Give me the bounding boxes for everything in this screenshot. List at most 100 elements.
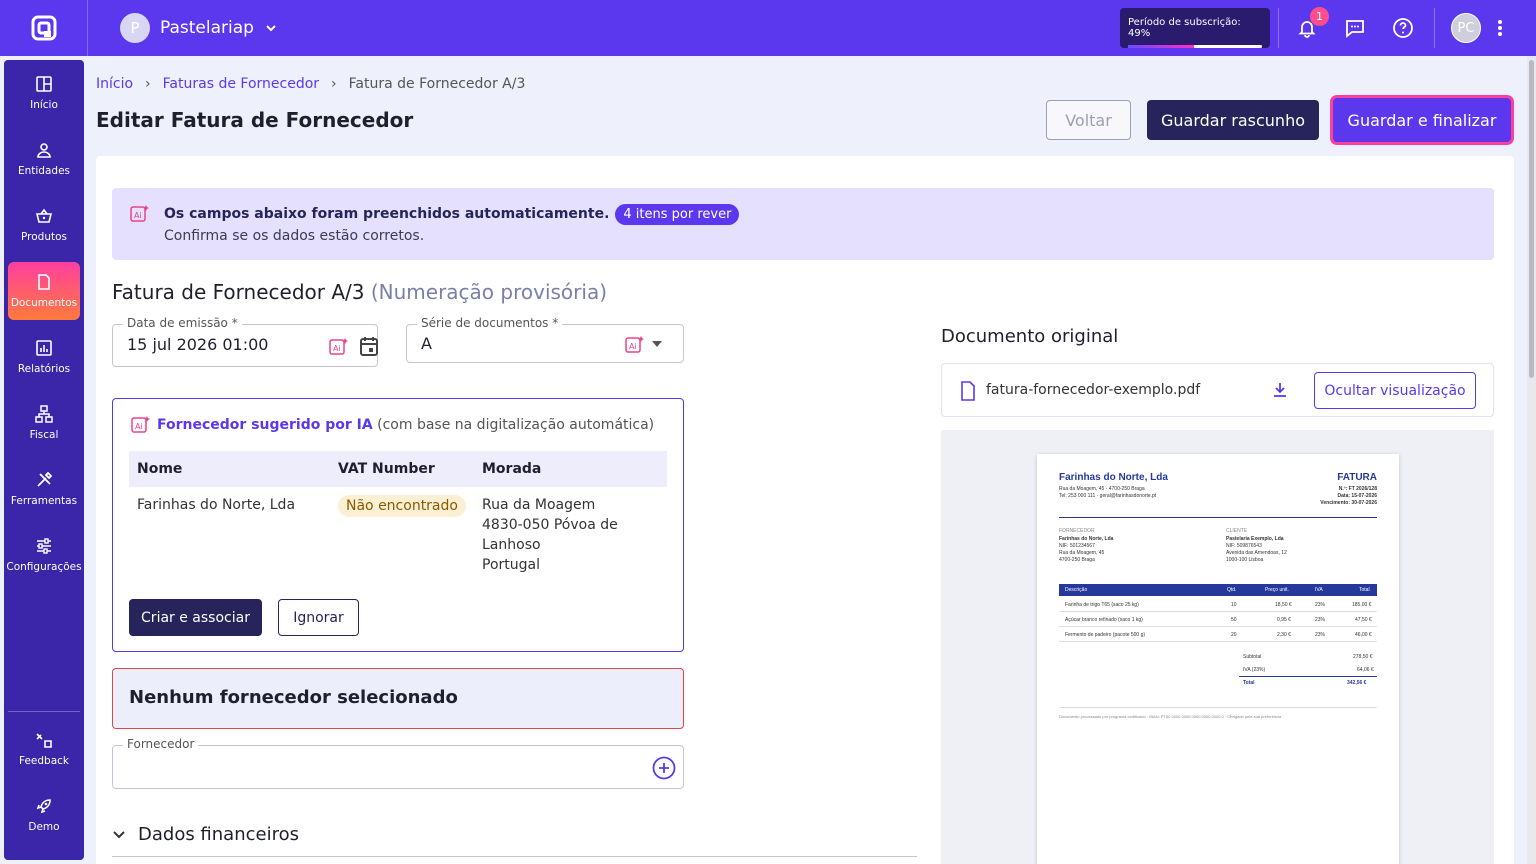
- subscription-indicator[interactable]: Período de subscrição: 49%: [1120, 8, 1270, 48]
- pdf-text: Rua da Moagem, 45 · 4700-250 Braga: [1059, 486, 1145, 492]
- pdf-text: 1000-100 Lisboa: [1226, 557, 1264, 563]
- sidebar-item-fiscal[interactable]: Fiscal: [8, 394, 80, 452]
- chevron-down-icon: [113, 830, 125, 838]
- ai-icon: Ai: [131, 416, 150, 433]
- app-logo-icon[interactable]: [0, 0, 88, 56]
- sidebar-item-configuracoes[interactable]: Configurações: [6, 526, 82, 584]
- supplier-address-line: 4830-050 Póvoa de: [482, 517, 618, 533]
- supplier-address-line: Rua da Moagem: [482, 497, 596, 513]
- pdf-text: Preço unit.: [1265, 587, 1289, 593]
- save-finalize-button[interactable]: Guardar e finalizar: [1333, 98, 1511, 142]
- supplier-address-line: Portugal: [482, 557, 540, 573]
- chevron-right-icon: ›: [331, 76, 337, 92]
- document-icon: [38, 274, 50, 290]
- breadcrumb-section[interactable]: Faturas de Fornecedor: [163, 76, 319, 92]
- ai-icon: Ai: [329, 338, 348, 355]
- pdf-text: N.º: FT 2026/128: [1338, 486, 1377, 492]
- invoice-title: Fatura de Fornecedor A/3 (Numeração prov…: [112, 280, 607, 304]
- supplier-name: Farinhas do Norte, Lda: [137, 497, 296, 513]
- banner-text: Os campos abaixo foram preenchidos autom…: [164, 206, 610, 222]
- user-avatar[interactable]: PC: [1451, 13, 1481, 43]
- pdf-doc-type: FATURA: [1337, 472, 1377, 483]
- supplier-field[interactable]: Fornecedor: [112, 737, 684, 789]
- svg-text:Ai: Ai: [134, 211, 142, 220]
- breadcrumb-home[interactable]: Início: [96, 76, 133, 92]
- dropdown-arrow-icon: [652, 341, 662, 347]
- issue-date-label: Data de emissão *: [123, 316, 242, 330]
- document-preview[interactable]: Farinhas do Norte, Lda Rua da Moagem, 45…: [941, 430, 1494, 864]
- pdf-company: Farinhas do Norte, Lda: [1059, 472, 1168, 483]
- rocket-icon: [36, 799, 51, 814]
- sidebar: Início Entidades Produtos Documentos Rel…: [4, 60, 84, 860]
- ignore-button[interactable]: Ignorar: [278, 599, 359, 636]
- breadcrumb: Início › Faturas de Fornecedor › Fatura …: [96, 76, 525, 92]
- sidebar-item-entidades[interactable]: Entidades: [8, 130, 80, 188]
- issue-date-value: 15 jul 2026 01:00: [127, 335, 269, 354]
- financial-section-title: Dados financeiros: [138, 824, 299, 845]
- ai-supplier-suggestion: Ai Fornecedor sugerido por IA (com base …: [112, 398, 684, 652]
- sidebar-item-feedback[interactable]: Feedback: [8, 720, 80, 778]
- pdf-text: IVA: [1315, 587, 1323, 593]
- page-scrollbar[interactable]: [1527, 56, 1536, 864]
- person-icon: [37, 143, 51, 158]
- pdf-page: Farinhas do Norte, Lda Rua da Moagem, 45…: [1037, 454, 1399, 864]
- company-selector[interactable]: P Pastelariap: [120, 13, 278, 43]
- svg-text:Ai: Ai: [629, 342, 637, 351]
- pdf-text: 4700-250 Braga: [1059, 557, 1095, 563]
- pdf-text: Total: [1359, 587, 1370, 593]
- grid-icon: [36, 76, 52, 92]
- file-name[interactable]: fatura-fornecedor-exemplo.pdf: [986, 382, 1200, 398]
- download-icon[interactable]: [1271, 381, 1289, 399]
- sidebar-item-documentos[interactable]: Documentos: [8, 262, 80, 320]
- sidebar-item-demo[interactable]: Demo: [8, 786, 80, 844]
- calendar-icon[interactable]: [359, 335, 379, 357]
- chevron-down-icon: [266, 25, 276, 32]
- suggestion-table-header: Nome VAT Number Morada: [129, 451, 667, 487]
- pdf-text: CLIENTE: [1226, 528, 1248, 534]
- sliders-icon: [37, 538, 51, 554]
- financial-section-toggle[interactable]: Dados financeiros: [112, 824, 299, 845]
- banner-subtext: Confirma se os dados estão corretos.: [164, 228, 425, 244]
- issue-date-field[interactable]: Data de emissão * 15 jul 2026 01:00 Ai: [112, 316, 379, 367]
- fiscal-icon: [35, 405, 53, 423]
- pdf-text: Rua da Moagem, 45: [1059, 550, 1105, 556]
- more-vertical-icon[interactable]: [1486, 14, 1514, 42]
- hide-preview-button[interactable]: Ocultar visualização: [1314, 372, 1476, 409]
- chat-icon[interactable]: [1341, 14, 1369, 42]
- pdf-text: Vencimento: 30-07-2026: [1320, 500, 1377, 506]
- file-icon: [961, 381, 975, 401]
- pdf-text: Descrição: [1065, 587, 1088, 593]
- svg-text:Ai: Ai: [135, 422, 143, 431]
- pdf-text: Qtd.: [1227, 587, 1237, 593]
- suggestion-note: (com base na digitalização automática): [377, 417, 655, 433]
- suggestion-title: Fornecedor sugerido por IA: [157, 417, 373, 433]
- pdf-footer: Documento processado por programa certif…: [1059, 714, 1282, 719]
- notification-badge: 1: [1310, 7, 1329, 26]
- no-supplier-alert: Nenhum fornecedor selecionado: [112, 668, 684, 729]
- series-value: A: [421, 334, 432, 353]
- back-button[interactable]: Voltar: [1046, 100, 1131, 140]
- add-circle-icon[interactable]: [652, 756, 676, 780]
- review-badge[interactable]: 4 itens por rever: [615, 204, 740, 225]
- breadcrumb-current: Fatura de Fornecedor A/3: [348, 76, 526, 92]
- supplier-label: Fornecedor: [123, 737, 199, 751]
- help-icon[interactable]: [1389, 14, 1417, 42]
- sidebar-item-ferramentas[interactable]: Ferramentas: [8, 460, 80, 518]
- sidebar-item-produtos[interactable]: Produtos: [8, 196, 80, 254]
- ai-icon: Ai: [625, 336, 644, 353]
- pdf-text: Farinhas do Norte, Lda: [1059, 536, 1114, 542]
- sidebar-item-relatorios[interactable]: Relatórios: [8, 328, 80, 386]
- sidebar-item-inicio[interactable]: Início: [8, 64, 80, 122]
- create-associate-button[interactable]: Criar e associar: [129, 599, 262, 636]
- tools-icon: [37, 471, 53, 487]
- pdf-text: Tel: 253 000 111 · geral@farinhasdonorte…: [1059, 493, 1157, 499]
- series-label: Série de documentos *: [417, 316, 563, 330]
- series-select[interactable]: Série de documentos * A Ai: [406, 316, 684, 363]
- supplier-address-line: Lanhoso: [482, 537, 541, 553]
- feedback-icon: [36, 733, 52, 748]
- table-row: Farinhas do Norte, Lda Não encontrado Ru…: [129, 487, 667, 587]
- main-card: Ai Os campos abaixo foram preenchidos au…: [96, 156, 1514, 864]
- save-draft-button[interactable]: Guardar rascunho: [1147, 100, 1319, 140]
- page-title: Editar Fatura de Fornecedor: [96, 108, 414, 132]
- file-bar: fatura-fornecedor-exemplo.pdf Ocultar vi…: [941, 363, 1494, 417]
